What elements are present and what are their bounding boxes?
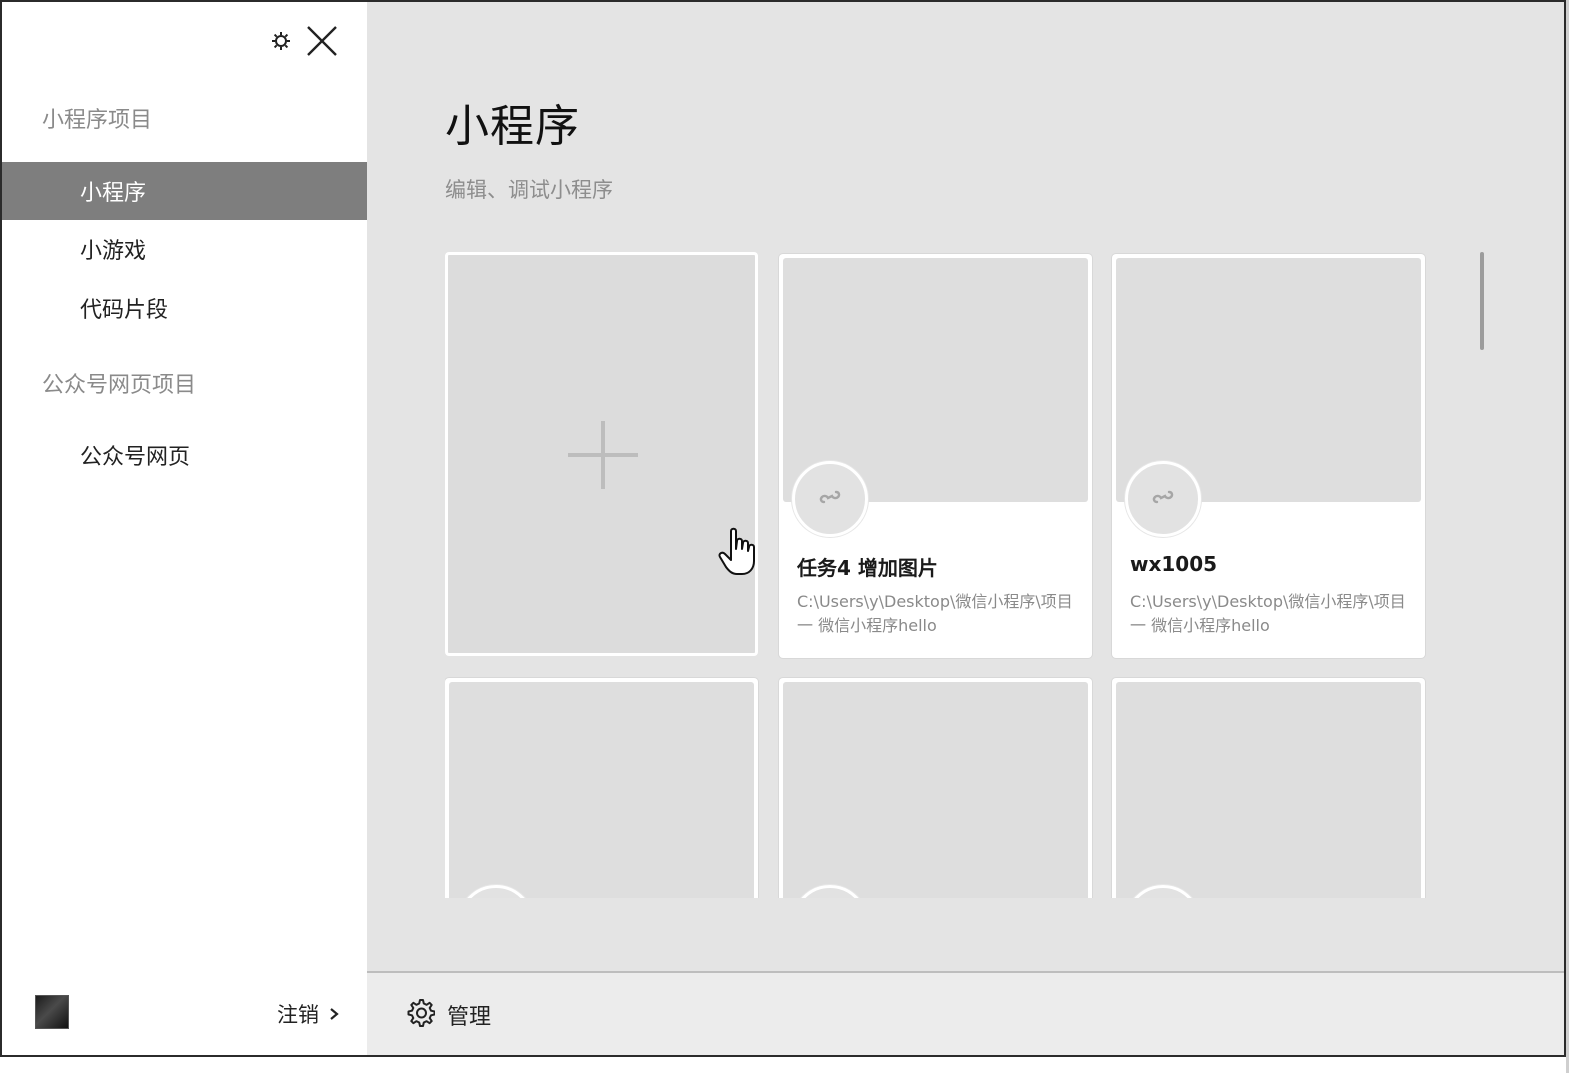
app-window: 小程序项目 小程序 小游戏 代码片段 公众号网页项目 公众号网页 注销 小程序 … <box>0 0 1566 1057</box>
sidebar-item-miniprogram[interactable]: 小程序 <box>2 162 367 220</box>
project-thumbnail <box>1116 682 1421 898</box>
link-icon <box>1148 482 1178 516</box>
section-title-miniprogram: 小程序项目 <box>42 108 153 133</box>
sidebar-footer: 注销 <box>2 971 367 1055</box>
manage-button[interactable]: 管理 <box>405 997 491 1033</box>
sidebar-top-icons <box>271 24 339 58</box>
project-card[interactable]: 任务4 增加图片 C:\Users\y\Desktop\微信小程序\项目一 微信… <box>779 254 1092 658</box>
project-badge <box>1125 461 1201 537</box>
gear-icon <box>405 997 436 1033</box>
logout-button[interactable]: 注销 <box>277 999 339 1029</box>
project-name: 任务4 增加图片 <box>797 556 938 580</box>
link-icon <box>815 482 845 516</box>
project-badge <box>792 461 868 537</box>
section-title-official-account: 公众号网页项目 <box>42 373 197 398</box>
background-window-edge <box>1566 0 1589 1073</box>
page-title: 小程序 <box>445 101 580 152</box>
project-card[interactable]: wx1005 C:\Users\y\Desktop\微信小程序\项目一 微信小程… <box>1112 254 1425 658</box>
background-window-strip <box>0 1057 1566 1073</box>
bottom-bar: 管理 <box>367 971 1564 1055</box>
page-subtitle: 编辑、调试小程序 <box>445 178 613 202</box>
project-path: C:\Users\y\Desktop\微信小程序\项目一 微信小程序hello <box>797 592 1073 635</box>
sidebar: 小程序项目 小程序 小游戏 代码片段 公众号网页项目 公众号网页 注销 <box>2 2 367 1055</box>
project-card[interactable] <box>779 678 1092 898</box>
main-content: 小程序 编辑、调试小程序 任务4 增加图片 C:\Users\y\Desktop… <box>367 2 1564 971</box>
close-icon[interactable] <box>305 24 339 58</box>
manage-label: 管理 <box>447 1005 492 1030</box>
project-thumbnail <box>449 682 754 898</box>
sidebar-item-code-snippet[interactable]: 代码片段 <box>2 279 367 337</box>
hand-cursor-icon <box>718 527 758 581</box>
project-name: wx1005 <box>1130 552 1218 576</box>
sidebar-item-minigame[interactable]: 小游戏 <box>2 220 367 278</box>
logout-label: 注销 <box>277 1003 319 1027</box>
avatar[interactable] <box>35 995 69 1029</box>
chevron-right-icon <box>329 1002 339 1026</box>
scrollbar[interactable] <box>1480 252 1484 350</box>
sidebar-item-official-webpage[interactable]: 公众号网页 <box>2 426 367 484</box>
project-card[interactable] <box>1112 678 1425 898</box>
settings-icon[interactable] <box>271 31 291 51</box>
project-thumbnail <box>783 682 1088 898</box>
project-path: C:\Users\y\Desktop\微信小程序\项目一 微信小程序hello <box>1130 592 1406 635</box>
project-card[interactable] <box>445 678 758 898</box>
new-project-card[interactable] <box>445 252 758 656</box>
project-grid: 任务4 增加图片 C:\Users\y\Desktop\微信小程序\项目一 微信… <box>445 250 1435 898</box>
